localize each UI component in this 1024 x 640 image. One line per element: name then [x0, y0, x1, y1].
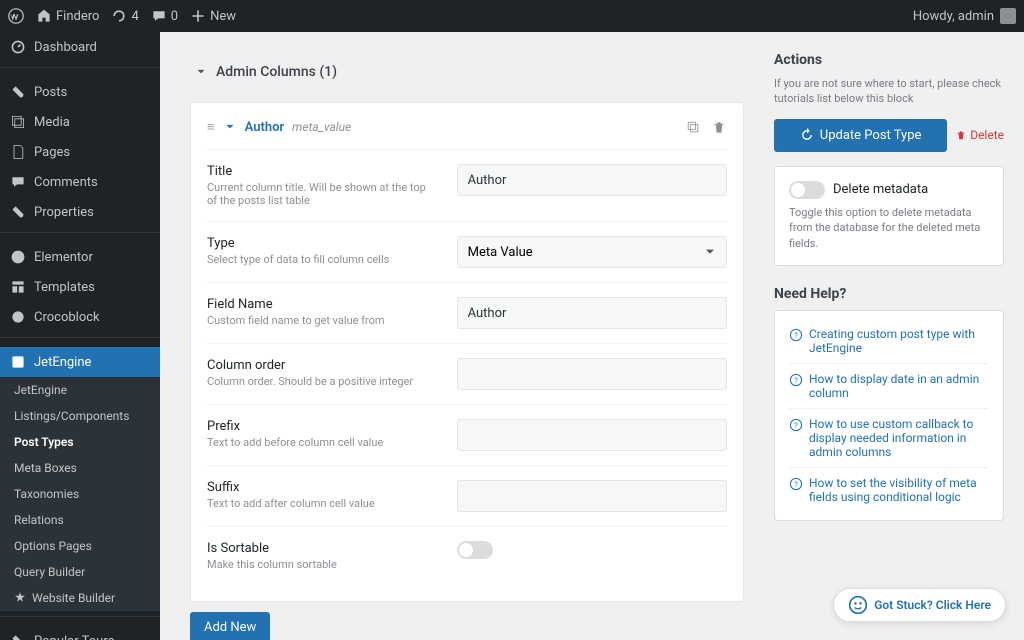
update-post-type-button[interactable]: Update Post Type — [774, 119, 947, 152]
menu-templates[interactable]: Templates — [0, 272, 160, 302]
suffix-input[interactable] — [457, 480, 727, 512]
avatar[interactable] — [1000, 8, 1016, 24]
copy-icon[interactable] — [685, 119, 701, 135]
submenu-relations[interactable]: Relations — [0, 507, 160, 533]
prefix-input[interactable] — [457, 419, 727, 451]
svg-text:?: ? — [794, 331, 798, 340]
order-input[interactable] — [457, 358, 727, 390]
admin-sidebar: Dashboard Posts Media Pages Comments Pro… — [0, 32, 160, 640]
column-meta: meta_value — [292, 120, 351, 134]
type-select[interactable]: Meta Value — [457, 236, 727, 268]
submenu-meta-boxes[interactable]: Meta Boxes — [0, 455, 160, 481]
svg-text:?: ? — [794, 376, 798, 385]
submenu-options-pages[interactable]: Options Pages — [0, 533, 160, 559]
help-box: ?Creating custom post type with JetEngin… — [774, 310, 1004, 521]
help-link-0[interactable]: ?Creating custom post type with JetEngin… — [789, 327, 989, 355]
wp-logo[interactable] — [8, 8, 24, 24]
howdy-text[interactable]: Howdy, admin — [913, 9, 994, 24]
title-input[interactable] — [457, 164, 727, 196]
field-input[interactable] — [457, 297, 727, 329]
drag-handle-icon[interactable]: ≡ — [207, 119, 215, 135]
delete-metadata-box: Delete metadata Toggle this option to de… — [774, 166, 1004, 266]
chevron-down-icon[interactable] — [223, 120, 237, 134]
column-title: Author — [245, 120, 285, 135]
help-link-1[interactable]: ?How to display date in an admin column — [789, 372, 989, 400]
comments-count[interactable]: 0 — [151, 8, 178, 24]
admin-columns-header[interactable]: Admin Columns (1) — [180, 52, 754, 92]
submenu-post-types[interactable]: Post Types — [0, 429, 160, 455]
menu-media[interactable]: Media — [0, 107, 160, 137]
svg-text:?: ? — [794, 480, 798, 489]
delete-link[interactable]: Delete — [955, 128, 1004, 142]
menu-elementor[interactable]: Elementor — [0, 242, 160, 272]
svg-text:?: ? — [794, 421, 798, 430]
actions-heading: Actions — [774, 52, 1004, 68]
menu-pages[interactable]: Pages — [0, 137, 160, 167]
delete-metadata-toggle[interactable] — [789, 181, 825, 199]
menu-posts[interactable]: Posts — [0, 77, 160, 107]
help-link-2[interactable]: ?How to use custom callback to display n… — [789, 417, 989, 459]
submenu-website-builder[interactable]: Website Builder — [0, 585, 160, 611]
menu-crocoblock[interactable]: Crocoblock — [0, 302, 160, 332]
column-panel: ≡ Author meta_value TitleCurrent column … — [190, 102, 744, 602]
submenu-listings[interactable]: Listings/Components — [0, 403, 160, 429]
menu-dashboard[interactable]: Dashboard — [0, 32, 160, 62]
submenu-taxonomies[interactable]: Taxonomies — [0, 481, 160, 507]
site-name[interactable]: Findero — [36, 8, 99, 24]
help-heading: Need Help? — [774, 286, 1004, 302]
menu-popular-tours[interactable]: Popular Tours — [0, 626, 160, 640]
add-new-button[interactable]: Add New — [190, 612, 270, 640]
got-stuck-button[interactable]: Got Stuck? Click Here — [833, 588, 1006, 622]
chevron-down-icon — [194, 65, 208, 79]
menu-comments[interactable]: Comments — [0, 167, 160, 197]
updates-count[interactable]: 4 — [111, 8, 138, 24]
menu-properties[interactable]: Properties — [0, 197, 160, 227]
admin-bar: Findero 4 0 New Howdy, admin — [0, 0, 1024, 32]
trash-icon[interactable] — [711, 119, 727, 135]
submenu-query-builder[interactable]: Query Builder — [0, 559, 160, 585]
submenu-jetengine[interactable]: JetEngine — [0, 377, 160, 403]
sortable-toggle[interactable] — [457, 541, 493, 559]
new-content[interactable]: New — [190, 8, 236, 24]
menu-jetengine[interactable]: JetEngine — [0, 347, 160, 377]
help-link-3[interactable]: ?How to set the visibility of meta field… — [789, 476, 989, 504]
